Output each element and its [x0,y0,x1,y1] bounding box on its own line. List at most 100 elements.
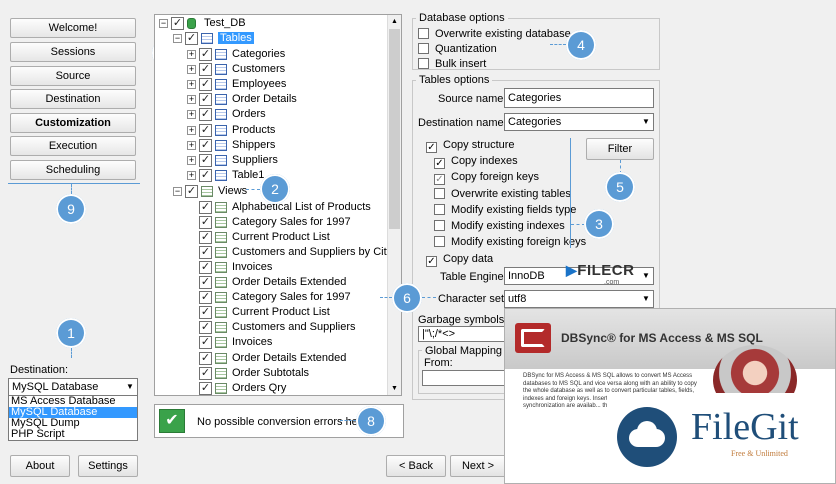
tree-checkbox[interactable]: ✓ [199,215,212,229]
tree-table-item[interactable]: + ✓ Categories [155,47,387,62]
expand-icon[interactable]: + [187,140,196,150]
copy-indexes-checkbox[interactable]: ✓ Copy indexes [434,155,518,169]
tree-view-item[interactable]: ✓ Current Product List [155,305,387,320]
tree-checkbox[interactable]: ✓ [199,276,212,289]
scroll-up-icon[interactable]: ▲ [388,15,401,28]
tree-checkbox[interactable]: ✓ [199,200,212,214]
nav-execution[interactable]: Execution [10,136,136,156]
tree-table-item[interactable]: + ✓ Employees [155,77,387,92]
nav-source[interactable]: Source [10,66,136,86]
copy-structure-checkbox[interactable]: ✓ Copy structure [426,139,515,153]
tree-checkbox[interactable]: ✓ [171,17,184,30]
garbage-symbols-field[interactable]: |"\;/*<> [418,326,508,342]
nav-scheduling[interactable]: Scheduling [10,160,136,180]
checkbox-box[interactable] [434,236,445,247]
back-button[interactable]: < Back [386,455,446,477]
checkbox-box[interactable] [434,188,445,199]
tree-checkbox[interactable]: ✓ [199,230,212,244]
tree-checkbox[interactable]: ✓ [199,321,212,335]
expand-icon[interactable]: + [187,95,196,105]
checkbox-box[interactable]: ✓ [434,174,445,185]
expand-icon[interactable]: + [187,170,196,180]
tree-root[interactable]: − ✓ Test_DB [155,16,387,31]
settings-button[interactable]: Settings [78,455,138,477]
filter-button[interactable]: Filter [586,138,654,160]
tree-scrollbar[interactable]: ▲ ▼ [387,15,401,395]
bulk-insert-checkbox[interactable]: Bulk insert [418,58,486,70]
source-name-field[interactable]: Categories [504,88,654,108]
tree-view-item[interactable]: ✓ Order Details Extended [155,275,387,290]
db-object-tree[interactable]: − ✓ Test_DB − ✓ Tables + ✓ Categories + ✓ Customers… [154,14,402,396]
checkbox-box[interactable] [418,58,429,69]
modify-foreign-keys-checkbox[interactable]: Modify existing foreign keys [434,236,586,248]
tree-view-item[interactable]: ✓ Order Details Extended [155,351,387,366]
checkbox-box[interactable] [418,43,429,54]
collapse-icon[interactable]: − [159,19,168,28]
tree-checkbox[interactable]: ✓ [199,123,212,137]
tree-view-item[interactable]: ✓ Current Product List [155,230,387,245]
chevron-down-icon[interactable]: ▼ [639,291,653,307]
checkbox-box[interactable] [434,204,445,215]
chevron-down-icon[interactable]: ▼ [639,268,653,284]
expand-icon[interactable]: + [187,125,196,135]
tree-checkbox[interactable]: ✓ [199,168,212,182]
overwrite-db-checkbox[interactable]: Overwrite existing database [418,28,571,40]
checkbox-box[interactable]: ✓ [426,142,437,153]
tree-table-item[interactable]: + ✓ Order Details [155,92,387,107]
tree-checkbox[interactable]: ✓ [199,93,212,107]
checkbox-box[interactable]: ✓ [434,158,445,169]
tree-checkbox[interactable]: ✓ [185,185,198,198]
tree-tables-folder[interactable]: − ✓ Tables [155,31,387,46]
tree-checkbox[interactable]: ✓ [199,366,212,380]
tree-view-item[interactable]: ✓ Invoices [155,335,387,350]
chevron-down-icon[interactable]: ▼ [123,379,137,395]
checkbox-box[interactable] [434,220,445,231]
expand-icon[interactable]: + [187,110,196,120]
tree-checkbox[interactable]: ✓ [199,63,212,77]
tree-checkbox[interactable]: ✓ [199,245,212,259]
expand-icon[interactable]: + [187,65,196,75]
expand-icon[interactable]: + [187,50,196,59]
checkbox-box[interactable]: ✓ [426,256,437,267]
tree-checkbox[interactable]: ✓ [199,291,212,305]
tree-checkbox[interactable]: ✓ [199,138,212,152]
tree-view-item[interactable]: ✓ Customers and Suppliers by City [155,245,392,260]
tree-checkbox[interactable]: ✓ [199,260,212,274]
collapse-icon[interactable]: − [173,187,182,196]
collapse-icon[interactable]: − [173,34,182,43]
tree-table-item[interactable]: + ✓ Customers [155,62,387,77]
tree-checkbox[interactable]: ✓ [199,351,212,365]
nav-sessions[interactable]: Sessions [10,42,136,62]
destination-option[interactable]: PHP Script [9,429,137,440]
copy-data-checkbox[interactable]: ✓ Copy data [426,253,493,267]
tree-view-item[interactable]: ✓ Orders Qry [155,381,387,395]
destination-name-select[interactable]: Categories ▼ [504,113,654,131]
tree-checkbox[interactable]: ✓ [199,78,212,92]
about-button[interactable]: About [10,455,70,477]
nav-customization[interactable]: Customization [10,113,136,133]
modify-fields-checkbox[interactable]: Modify existing fields type [434,204,576,216]
quantization-checkbox[interactable]: Quantization [418,43,497,55]
tree-table-item[interactable]: + ✓ Products [155,123,387,138]
tree-checkbox[interactable]: ✓ [199,153,212,167]
expand-icon[interactable]: + [187,80,196,90]
checkbox-box[interactable] [418,28,429,39]
copy-foreign-keys-checkbox[interactable]: ✓ Copy foreign keys [434,171,539,185]
tree-checkbox[interactable]: ✓ [185,32,198,45]
tree-checkbox[interactable]: ✓ [199,381,212,395]
tree-view-item[interactable]: ✓ Order Subtotals [155,366,387,381]
destination-select[interactable]: MySQL Database ▼ [8,378,138,396]
overwrite-tables-checkbox[interactable]: Overwrite existing tables [434,188,571,200]
tree-scroll-thumb[interactable] [389,29,400,229]
tree-view-item[interactable]: ✓ Invoices [155,260,387,275]
tree-table-item[interactable]: + ✓ Suppliers [155,153,387,168]
tree-checkbox[interactable]: ✓ [199,336,212,350]
from-field[interactable] [422,370,506,386]
tree-view-item[interactable]: ✓ Category Sales for 1997 [155,290,387,305]
tree-checkbox[interactable]: ✓ [199,108,212,122]
scroll-down-icon[interactable]: ▼ [388,382,401,395]
charset-select[interactable]: utf8 ▼ [504,290,654,308]
tree-view-item[interactable]: ✓ Category Sales for 1997 [155,215,387,230]
expand-icon[interactable]: + [187,155,196,165]
tree-table-item[interactable]: + ✓ Orders [155,107,387,122]
